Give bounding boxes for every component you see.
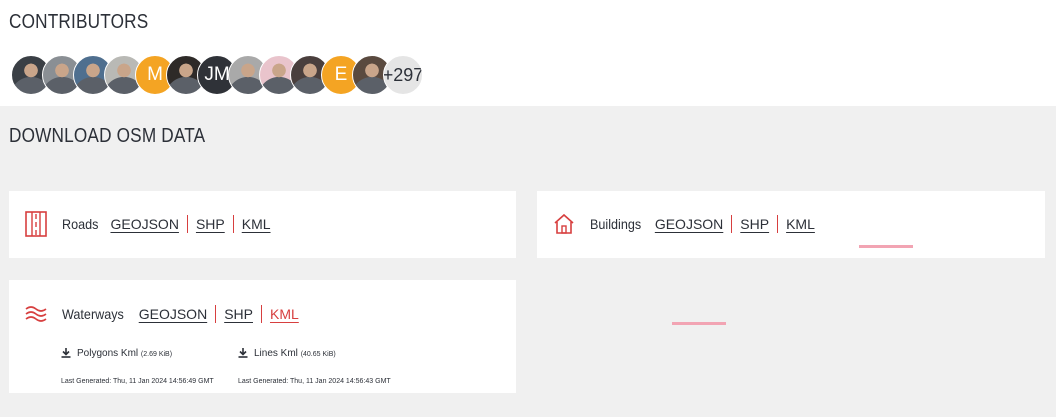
- waterways-geojson-link[interactable]: GEOJSON: [139, 306, 207, 322]
- roads-kml-link[interactable]: KML: [242, 216, 271, 232]
- roads-label: Roads: [62, 216, 99, 232]
- separator: [260, 305, 262, 323]
- separator: [215, 305, 217, 323]
- loading-bar: [672, 322, 726, 325]
- buildings-kml-link[interactable]: KML: [786, 216, 815, 232]
- download-section: DOWNLOAD OSM DATA Roads GEOJSON SHP KML: [0, 106, 1056, 417]
- road-icon: [24, 211, 48, 237]
- roads-geojson-link[interactable]: GEOJSON: [110, 216, 178, 232]
- lines-kml-generated: Last Generated: Thu, 11 Jan 2024 14:56:4…: [238, 378, 391, 385]
- house-icon: [552, 212, 576, 236]
- download-title: DOWNLOAD OSM DATA: [9, 125, 206, 147]
- separator: [731, 215, 733, 233]
- waves-icon: [24, 302, 48, 326]
- polygons-kml-label: Polygons Kml: [77, 348, 139, 359]
- more-contributors-badge[interactable]: +297: [383, 55, 423, 95]
- download-icon: [61, 348, 71, 359]
- buildings-label: Buildings: [590, 216, 642, 232]
- buildings-card: Buildings GEOJSON SHP KML: [537, 191, 1045, 258]
- waterways-label: Waterways: [62, 306, 124, 322]
- contributors-section: CONTRIBUTORS M JM E +297: [0, 0, 1056, 106]
- roads-shp-link[interactable]: SHP: [196, 216, 225, 232]
- waterways-shp-link[interactable]: SHP: [224, 306, 253, 322]
- lines-kml-size: (40.65 KiB): [300, 351, 336, 358]
- waterways-card: Waterways GEOJSON SHP KML Polygons Kml (…: [9, 280, 516, 393]
- loading-bar: [859, 245, 913, 248]
- lines-kml-download[interactable]: Lines Kml (40.65 KiB): [238, 348, 336, 359]
- roads-card: Roads GEOJSON SHP KML: [9, 191, 516, 258]
- waterways-kml-link[interactable]: KML: [270, 306, 299, 322]
- polygons-kml-size: (2.69 KiB): [140, 351, 173, 358]
- download-icon: [238, 348, 248, 359]
- polygons-kml-download[interactable]: Polygons Kml (2.69 KiB): [61, 348, 172, 359]
- polygons-kml-generated: Last Generated: Thu, 11 Jan 2024 14:56:4…: [61, 378, 214, 385]
- buildings-shp-link[interactable]: SHP: [740, 216, 769, 232]
- contributors-title: CONTRIBUTORS: [9, 11, 149, 33]
- separator: [232, 215, 234, 233]
- separator: [186, 215, 188, 233]
- buildings-geojson-link[interactable]: GEOJSON: [655, 216, 723, 232]
- lines-kml-label: Lines Kml: [254, 348, 298, 359]
- separator: [777, 215, 779, 233]
